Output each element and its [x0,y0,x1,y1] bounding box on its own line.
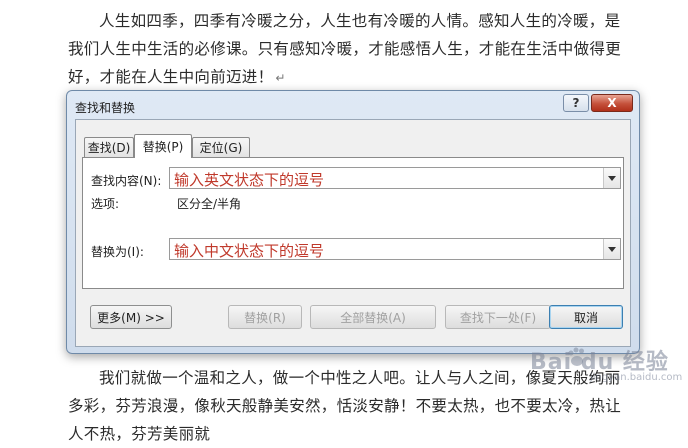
baidu-watermark-url: jingyan.baidu.com [590,372,683,383]
find-input-value: 输入英文状态下的逗号 [174,171,325,189]
help-button[interactable]: ? [563,94,589,112]
tab-goto[interactable]: 定位(G) [192,137,250,157]
find-dropdown-icon[interactable] [603,168,620,188]
document-paragraph-1: 人生如四季，四季有冷暖之分，人生也有冷暖的人情。感知人生的冷暖，是我们人生中生活… [68,7,628,92]
replace-input[interactable]: 输入中文状态下的逗号 [169,238,621,260]
paragraph-mark: ↵ [275,71,286,85]
options-value: 区分全/半角 [177,197,242,211]
find-label: 查找内容(N): [91,174,162,188]
replace-dropdown-icon[interactable] [603,239,620,259]
dialog-client-area: 查找(D) 替换(P) 定位(G) 查找内容(N): 输入英文状态下的逗号 选项… [75,119,631,347]
replace-tab-panel: 查找内容(N): 输入英文状态下的逗号 选项: 区分全/半角 替换为(I): 输… [82,157,624,289]
replace-all-button[interactable]: 全部替换(A) [310,305,436,329]
options-label: 选项: [91,197,120,211]
dialog-title: 查找和替换 [75,101,136,115]
replace-label: 替换为(I): [91,245,144,259]
find-next-button[interactable]: 查找下一处(F) [445,305,551,329]
replace-input-value: 输入中文状态下的逗号 [174,242,325,260]
tab-find[interactable]: 查找(D) [84,137,134,157]
find-input[interactable]: 输入英文状态下的逗号 [169,167,621,189]
cancel-button[interactable]: 取消 [549,305,623,329]
more-button[interactable]: 更多(M) >> [90,305,172,329]
tab-replace[interactable]: 替换(P) [134,134,192,158]
paragraph-text: 人生如四季，四季有冷暖之分，人生也有冷暖的人情。感知人生的冷暖，是我们人生中生活… [68,12,622,86]
document-paragraph-2: 我们就做一个温和之人，做一个中性之人吧。让人与人之间，像夏天般绚丽多彩，芬芳浪漫… [68,369,622,443]
replace-button[interactable]: 替换(R) [228,305,302,329]
close-button[interactable]: X [591,94,633,112]
find-replace-dialog: 查找和替换 ? X 查找(D) 替换(P) 定位(G) 查找内容(N): 输入英… [66,90,640,354]
